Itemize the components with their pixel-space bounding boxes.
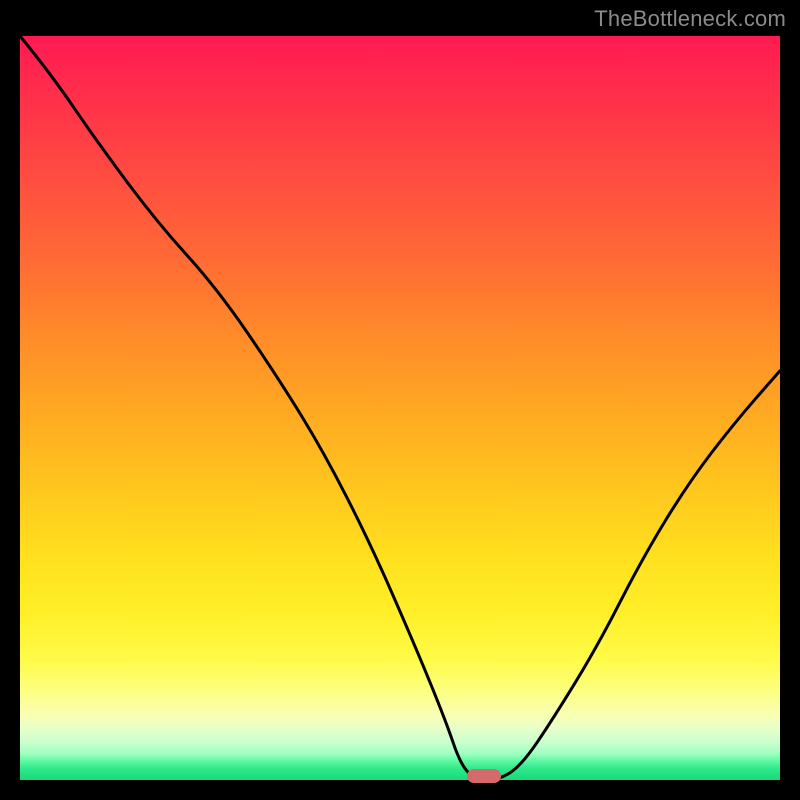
optimal-point-marker — [467, 769, 501, 783]
curve-path — [20, 36, 780, 780]
plot-area — [20, 36, 780, 780]
bottleneck-curve — [20, 36, 780, 780]
chart-frame: TheBottleneck.com — [0, 0, 800, 800]
watermark-text: TheBottleneck.com — [594, 6, 786, 32]
